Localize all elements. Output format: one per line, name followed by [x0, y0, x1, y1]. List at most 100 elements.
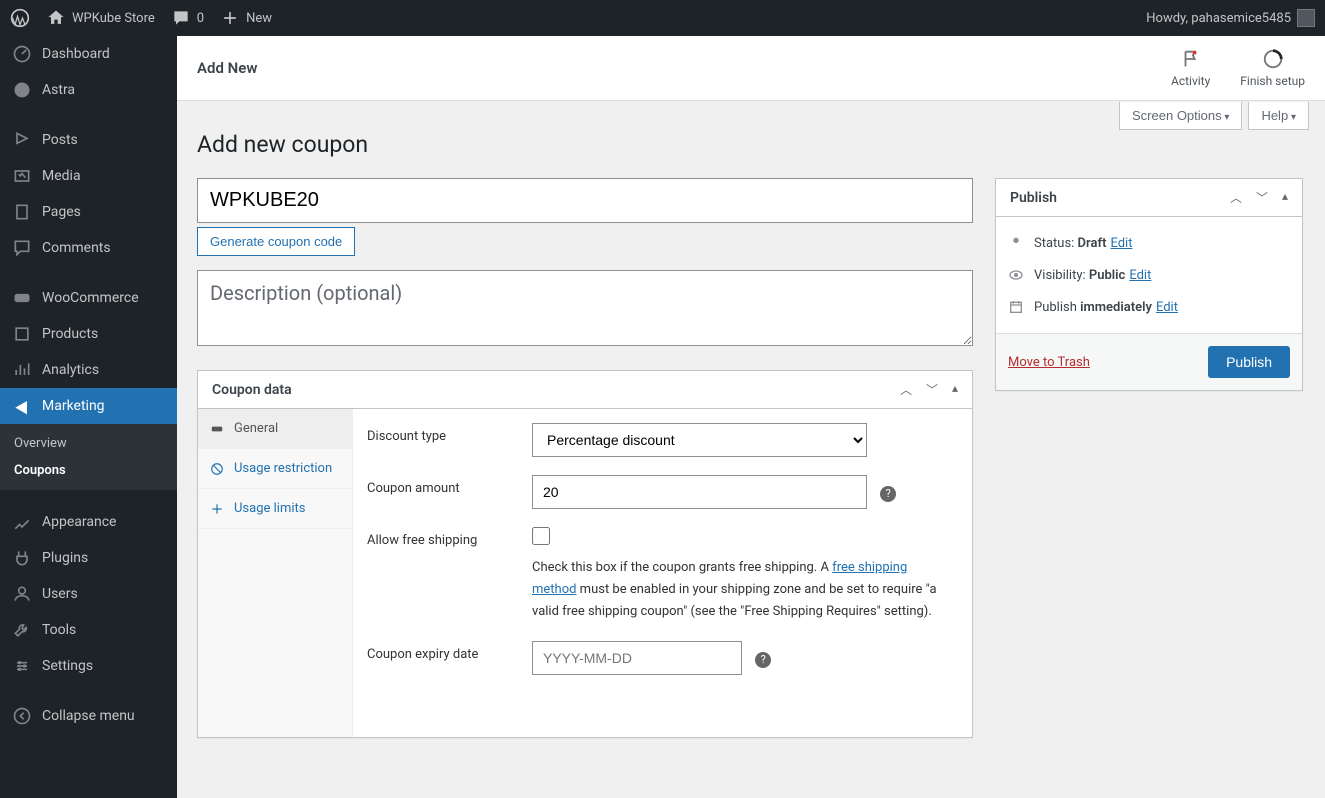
page-header-title: Add New [197, 59, 257, 77]
status-label: Status: [1034, 236, 1078, 251]
expiry-date-label: Coupon expiry date [367, 641, 532, 662]
finish-setup-button[interactable]: Finish setup [1240, 48, 1305, 88]
coupon-amount-label: Coupon amount [367, 475, 532, 496]
tab-general[interactable]: General [198, 409, 352, 449]
menu-label: Pages [42, 204, 81, 220]
activity-button[interactable]: Activity [1171, 48, 1210, 88]
discount-type-label: Discount type [367, 423, 532, 444]
menu-pages[interactable]: Pages [0, 194, 177, 230]
progress-icon [1262, 48, 1284, 70]
pin-icon [1008, 235, 1024, 251]
menu-label: Collapse menu [42, 708, 135, 724]
comments-link[interactable]: 0 [171, 8, 204, 28]
menu-label: Comments [42, 240, 111, 256]
new-link[interactable]: New [220, 8, 272, 28]
tab-label: General [234, 421, 278, 436]
visibility-value: Public [1089, 268, 1125, 283]
coupon-data-box: Coupon data ︿ ﹀ ▴ General Usage restrict… [197, 370, 973, 738]
avatar [1297, 9, 1315, 27]
publish-button[interactable]: Publish [1208, 346, 1290, 378]
coupon-amount-input[interactable] [532, 475, 867, 509]
desc-text: must be enabled in your shipping zone an… [532, 582, 937, 619]
menu-label: Plugins [42, 550, 88, 566]
eye-icon [1008, 267, 1024, 283]
schedule-label: Publish [1034, 300, 1080, 315]
menu-label: Settings [42, 658, 93, 674]
menu-label: Astra [42, 82, 75, 98]
edit-schedule-link[interactable]: Edit [1156, 300, 1178, 315]
tab-usage-limits[interactable]: Usage limits [198, 489, 352, 529]
activity-label: Activity [1171, 74, 1210, 88]
toggle-panel-icon[interactable]: ▴ [1282, 189, 1288, 206]
menu-woocommerce[interactable]: WooCommerce [0, 280, 177, 316]
move-down-icon[interactable]: ﹀ [926, 381, 938, 398]
tab-label: Usage restriction [234, 461, 332, 476]
edit-visibility-link[interactable]: Edit [1129, 268, 1151, 283]
expiry-date-input[interactable] [532, 641, 742, 675]
menu-products[interactable]: Products [0, 316, 177, 352]
free-shipping-label: Allow free shipping [367, 527, 532, 548]
site-name: WPKube Store [72, 11, 155, 26]
menu-posts[interactable]: Posts [0, 122, 177, 158]
toggle-panel-icon[interactable]: ▴ [952, 381, 958, 398]
edit-status-link[interactable]: Edit [1110, 236, 1132, 251]
description-textarea[interactable] [197, 270, 973, 346]
flag-icon [1180, 48, 1202, 70]
page-header: Add New Activity Finish setup [177, 36, 1325, 101]
help-button[interactable]: Help [1248, 102, 1309, 130]
new-label: New [246, 11, 272, 26]
coupon-data-title: Coupon data [212, 382, 292, 398]
move-up-icon[interactable]: ︿ [900, 381, 912, 398]
menu-label: Products [42, 326, 98, 342]
menu-collapse[interactable]: Collapse menu [0, 698, 177, 734]
menu-settings[interactable]: Settings [0, 648, 177, 684]
visibility-label: Visibility: [1034, 268, 1089, 283]
menu-marketing[interactable]: Marketing [0, 388, 177, 424]
finish-label: Finish setup [1240, 74, 1305, 88]
admin-bar: WPKube Store 0 New Howdy, pahasemice5485 [0, 0, 1325, 36]
help-tip-icon[interactable]: ? [880, 486, 896, 502]
calendar-icon [1008, 299, 1024, 315]
menu-astra[interactable]: Astra [0, 72, 177, 108]
menu-label: Dashboard [42, 46, 110, 62]
move-up-icon[interactable]: ︿ [1230, 189, 1242, 206]
comments-count: 0 [197, 11, 204, 26]
menu-label: Tools [42, 622, 76, 638]
status-value: Draft [1078, 236, 1107, 251]
discount-type-select[interactable]: Percentage discount [532, 423, 867, 457]
page-heading: Add new coupon [197, 131, 1305, 158]
wp-logo[interactable] [10, 8, 30, 28]
help-tip-icon[interactable]: ? [755, 652, 771, 668]
tab-usage-restriction[interactable]: Usage restriction [198, 449, 352, 489]
menu-media[interactable]: Media [0, 158, 177, 194]
submenu-coupons[interactable]: Coupons [0, 457, 177, 484]
free-shipping-checkbox[interactable] [532, 527, 550, 545]
tab-label: Usage limits [234, 501, 305, 516]
move-down-icon[interactable]: ﹀ [1256, 189, 1268, 206]
publish-title: Publish [1010, 190, 1057, 206]
menu-label: Users [42, 586, 78, 602]
ban-icon [210, 462, 224, 476]
submenu-overview[interactable]: Overview [0, 430, 177, 457]
menu-comments[interactable]: Comments [0, 230, 177, 266]
generate-code-button[interactable]: Generate coupon code [197, 227, 355, 256]
site-name-link[interactable]: WPKube Store [46, 8, 155, 28]
menu-users[interactable]: Users [0, 576, 177, 612]
publish-box: Publish ︿ ﹀ ▴ Status: DraftEdit [995, 178, 1303, 391]
menu-appearance[interactable]: Appearance [0, 504, 177, 540]
howdy-link[interactable]: Howdy, pahasemice5485 [1146, 9, 1315, 27]
expand-icon [210, 502, 224, 516]
coupon-code-input[interactable] [197, 178, 973, 223]
menu-label: Analytics [42, 362, 99, 378]
screen-options-button[interactable]: Screen Options [1119, 102, 1242, 130]
desc-text: Check this box if the coupon grants free… [532, 560, 832, 575]
menu-label: Marketing [42, 398, 105, 414]
menu-label: Posts [42, 132, 78, 148]
menu-dashboard[interactable]: Dashboard [0, 36, 177, 72]
menu-tools[interactable]: Tools [0, 612, 177, 648]
menu-plugins[interactable]: Plugins [0, 540, 177, 576]
move-to-trash-link[interactable]: Move to Trash [1008, 355, 1090, 370]
menu-label: Appearance [42, 514, 116, 530]
marketing-submenu: Overview Coupons [0, 424, 177, 490]
menu-analytics[interactable]: Analytics [0, 352, 177, 388]
